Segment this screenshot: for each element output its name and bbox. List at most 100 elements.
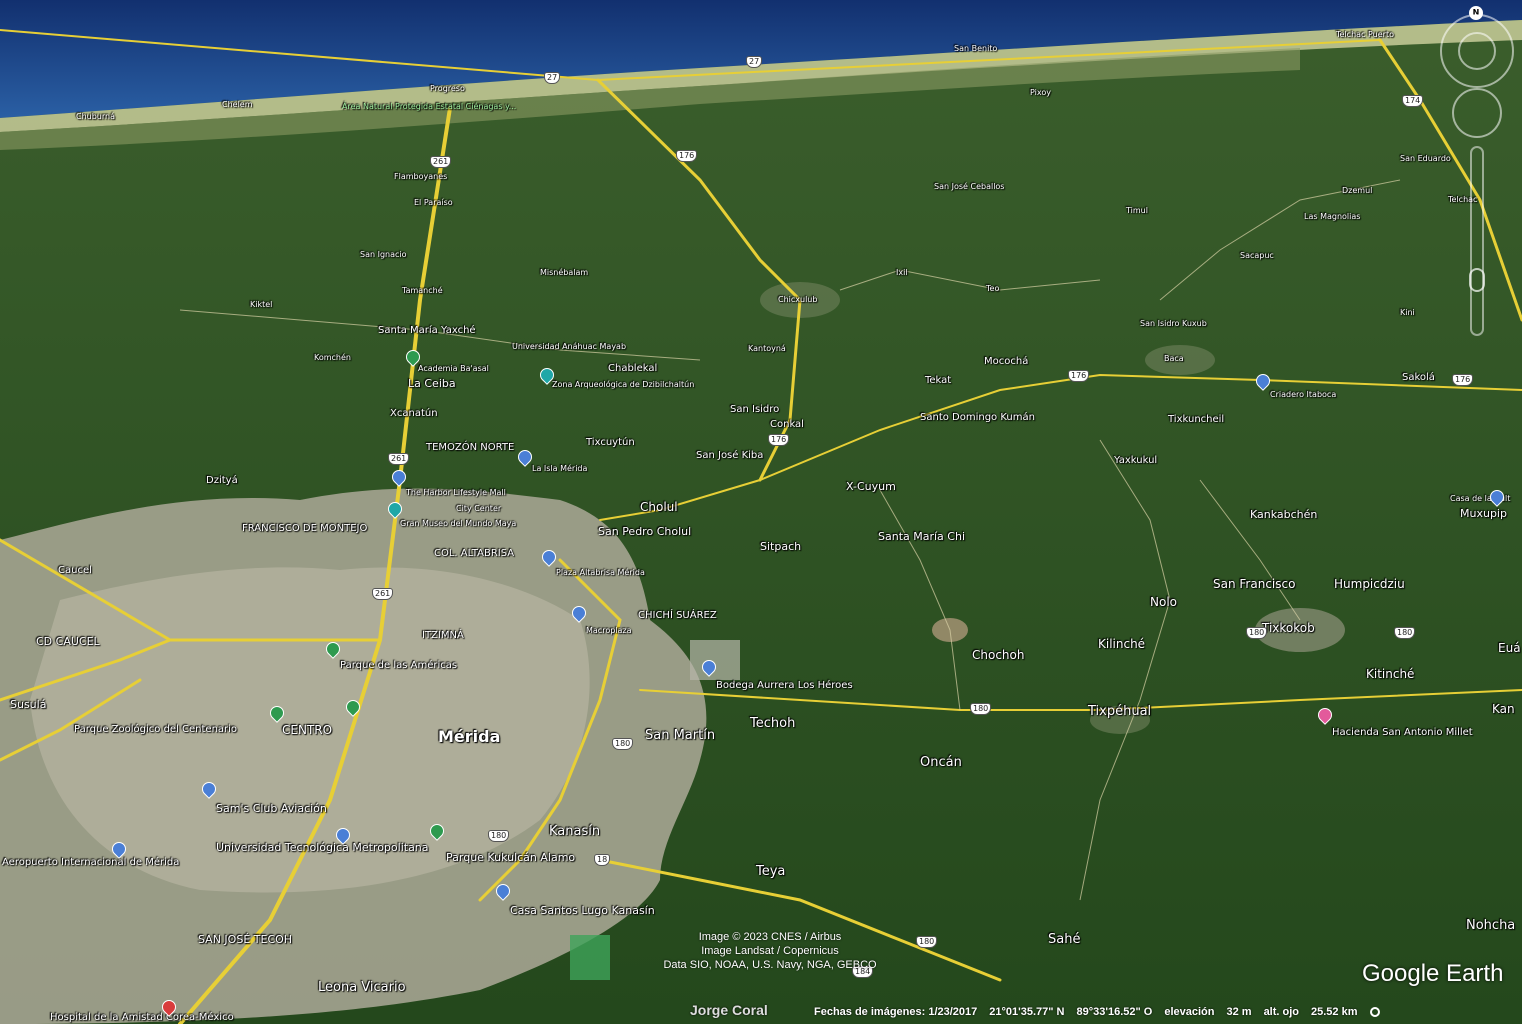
place-temozon-norte[interactable]: TEMOZÓN NORTE — [426, 442, 514, 453]
place-kini[interactable]: Kini — [1400, 308, 1415, 317]
place-susula[interactable]: Susulá — [10, 698, 46, 711]
place-kanasin[interactable]: Kanasín — [549, 824, 600, 839]
place-tixkokob[interactable]: Tixkokob — [1262, 621, 1315, 635]
place-san-martin[interactable]: San Martín — [645, 728, 715, 743]
place-xcanatun[interactable]: Xcanatún — [390, 408, 438, 419]
place-x-cuyum[interactable]: X-Cuyum — [846, 480, 896, 493]
place-itzimna[interactable]: ITZIMNÁ — [422, 630, 464, 641]
place-parque-kukulcan[interactable]: Parque Kukulcán Alamo — [446, 851, 575, 864]
place-kantoyna[interactable]: Kantoyná — [748, 344, 786, 353]
place-ixil[interactable]: Ixil — [896, 268, 908, 277]
place-san-jose-tecoh[interactable]: SAN JOSÉ TECOH — [198, 933, 292, 946]
place-san-pedro-cholul[interactable]: San Pedro Cholul — [598, 525, 691, 538]
place-cholul[interactable]: Cholul — [640, 500, 678, 514]
place-conkal[interactable]: Conkal — [770, 419, 804, 430]
place-san-isidro-kuxub[interactable]: San Isidro Kuxub — [1140, 319, 1207, 328]
place-el-paraiso[interactable]: El Paraíso — [414, 198, 453, 207]
place-san-jose-kiba[interactable]: San José Kiba — [696, 450, 763, 461]
place-timul[interactable]: Timul — [1126, 206, 1148, 215]
place-gran-museo[interactable]: Gran Museo del Mundo Maya — [400, 519, 516, 528]
place-san-ignacio[interactable]: San Ignacio — [360, 250, 407, 259]
place-col-altabrisa[interactable]: COL. ALTABRISA — [434, 548, 514, 559]
place-plaza-altabrisa[interactable]: Plaza Altabrisa Mérida — [556, 568, 645, 577]
place-sams-club[interactable]: Sam's Club Aviación — [216, 802, 327, 815]
place-merida[interactable]: Mérida — [438, 727, 500, 746]
place-caucel[interactable]: Caucel — [58, 565, 92, 576]
zoom-slider-handle[interactable] — [1469, 268, 1485, 292]
place-chichi-suarez[interactable]: CHICHÍ SUÁREZ — [638, 610, 717, 621]
place-sakola[interactable]: Sakolá — [1402, 372, 1435, 383]
place-san-benito[interactable]: San Benito — [954, 44, 997, 53]
place-san-francisco[interactable]: San Francisco — [1213, 577, 1295, 591]
place-chicxulub[interactable]: Chicxulub — [778, 295, 817, 304]
place-cd-caucel[interactable]: CD CAUCEL — [36, 635, 100, 648]
place-hacienda[interactable]: Hacienda San Antonio Millet — [1332, 727, 1473, 738]
place-francisco-de-montejo[interactable]: FRANCISCO DE MONTEJO — [242, 523, 367, 534]
place-tixcuytun[interactable]: Tixcuytún — [586, 437, 635, 448]
place-zona-arqueologica[interactable]: Zona Arqueológica de Dzibilchaltún — [552, 380, 694, 389]
place-tixkuncheil[interactable]: Tixkuncheil — [1168, 414, 1224, 425]
place-kitinche[interactable]: Kitinché — [1366, 667, 1414, 681]
place-komchen[interactable]: Komchén — [314, 353, 351, 362]
place-chochoh[interactable]: Chochoh — [972, 648, 1024, 662]
place-pixoy[interactable]: Pixoy — [1030, 88, 1051, 97]
place-chuburna[interactable]: Chuburná — [76, 112, 115, 121]
place-santo-domingo[interactable]: Santo Domingo Kumán — [920, 412, 1035, 423]
place-nolo[interactable]: Nolo — [1150, 595, 1177, 609]
place-oncan[interactable]: Oncán — [920, 755, 962, 770]
place-yaxkukul[interactable]: Yaxkukul — [1114, 455, 1157, 466]
place-univ-anahuac[interactable]: Universidad Anáhuac Mayab — [512, 342, 626, 351]
place-mococha[interactable]: Mocochá — [984, 356, 1028, 367]
place-tamanche[interactable]: Tamanché — [402, 286, 443, 295]
place-dzitya[interactable]: Dzityá — [206, 475, 238, 486]
place-kiktel[interactable]: Kiktel — [250, 300, 272, 309]
place-la-ceiba[interactable]: La Ceiba — [408, 377, 456, 390]
place-progreso[interactable]: Progreso — [430, 84, 465, 93]
place-eua[interactable]: Euá — [1498, 641, 1521, 655]
place-misnebalam[interactable]: Misnébalam — [540, 268, 588, 277]
zoom-slider[interactable] — [1469, 146, 1485, 336]
place-criadero[interactable]: Criadero Itaboca — [1270, 390, 1336, 399]
place-dzemul[interactable]: Dzemul — [1342, 186, 1372, 195]
place-teya[interactable]: Teya — [756, 864, 785, 879]
place-sahe[interactable]: Sahé — [1048, 932, 1080, 947]
map-viewport[interactable]: Telchac Puerto San Benito Progreso Chele… — [0, 0, 1522, 1024]
place-teo[interactable]: Teo — [986, 284, 999, 293]
place-san-isidro[interactable]: San Isidro — [730, 404, 779, 415]
place-leona-vicario[interactable]: Leona Vicario — [318, 980, 406, 995]
place-centro[interactable]: CENTRO — [282, 723, 332, 737]
place-parque-americas[interactable]: Parque de las Américas — [340, 660, 457, 671]
place-kilinche[interactable]: Kilinché — [1098, 637, 1145, 651]
place-bodega-aurrera[interactable]: Bodega Aurrera Los Héroes — [716, 680, 853, 691]
place-santa-maria-yaxche[interactable]: Santa María Yaxché — [378, 325, 476, 336]
place-harbor[interactable]: The Harbor Lifestyle Mall — [406, 488, 506, 497]
place-parque-zoologico[interactable]: Parque Zoológico del Centenario — [74, 724, 237, 735]
place-muxupip[interactable]: Muxupip — [1460, 507, 1507, 520]
place-aeropuerto[interactable]: Aeropuerto Internacional de Mérida — [2, 857, 179, 868]
place-santa-maria-chi[interactable]: Santa María Chi — [878, 530, 965, 543]
place-hospital[interactable]: Hospital de la Amistad Corea-México — [50, 1012, 234, 1023]
place-techoh[interactable]: Techoh — [750, 716, 795, 731]
place-nohcha[interactable]: Nohcha — [1466, 918, 1515, 933]
place-chelem[interactable]: Chelem — [222, 100, 253, 109]
place-tekat[interactable]: Tekat — [925, 375, 951, 386]
place-casa-santos[interactable]: Casa Santos Lugo Kanasín — [510, 904, 655, 917]
place-baca[interactable]: Baca — [1164, 354, 1184, 363]
compass-look-joystick[interactable] — [1458, 32, 1496, 70]
place-san-jose-ceballos[interactable]: San José Ceballos — [934, 182, 1004, 191]
place-chablekal[interactable]: Chablekal — [608, 363, 657, 374]
place-las-magnolias[interactable]: Las Magnolias — [1304, 212, 1360, 221]
place-macroplaza[interactable]: Macroplaza — [586, 626, 632, 635]
place-humpicdziu[interactable]: Humpicdziu — [1334, 577, 1405, 591]
place-telchac-puerto[interactable]: Telchac Puerto — [1336, 30, 1394, 39]
place-sacapuc[interactable]: Sacapuc — [1240, 251, 1274, 260]
place-area-natural[interactable]: Área Natural Protegida Estatal Ciénagas … — [342, 102, 516, 111]
place-sitpach[interactable]: Sitpach — [760, 540, 801, 553]
move-joystick[interactable] — [1452, 88, 1502, 138]
place-la-isla[interactable]: La Isla Mérida — [532, 464, 587, 473]
place-utm[interactable]: Universidad Tecnológica Metropolitana — [216, 841, 429, 854]
place-city-center[interactable]: City Center — [456, 504, 501, 513]
place-tixpehual[interactable]: Tixpéhual — [1088, 704, 1151, 719]
place-kankabchen[interactable]: Kankabchén — [1250, 508, 1317, 521]
place-flamboyanes[interactable]: Flamboyanes — [394, 172, 447, 181]
